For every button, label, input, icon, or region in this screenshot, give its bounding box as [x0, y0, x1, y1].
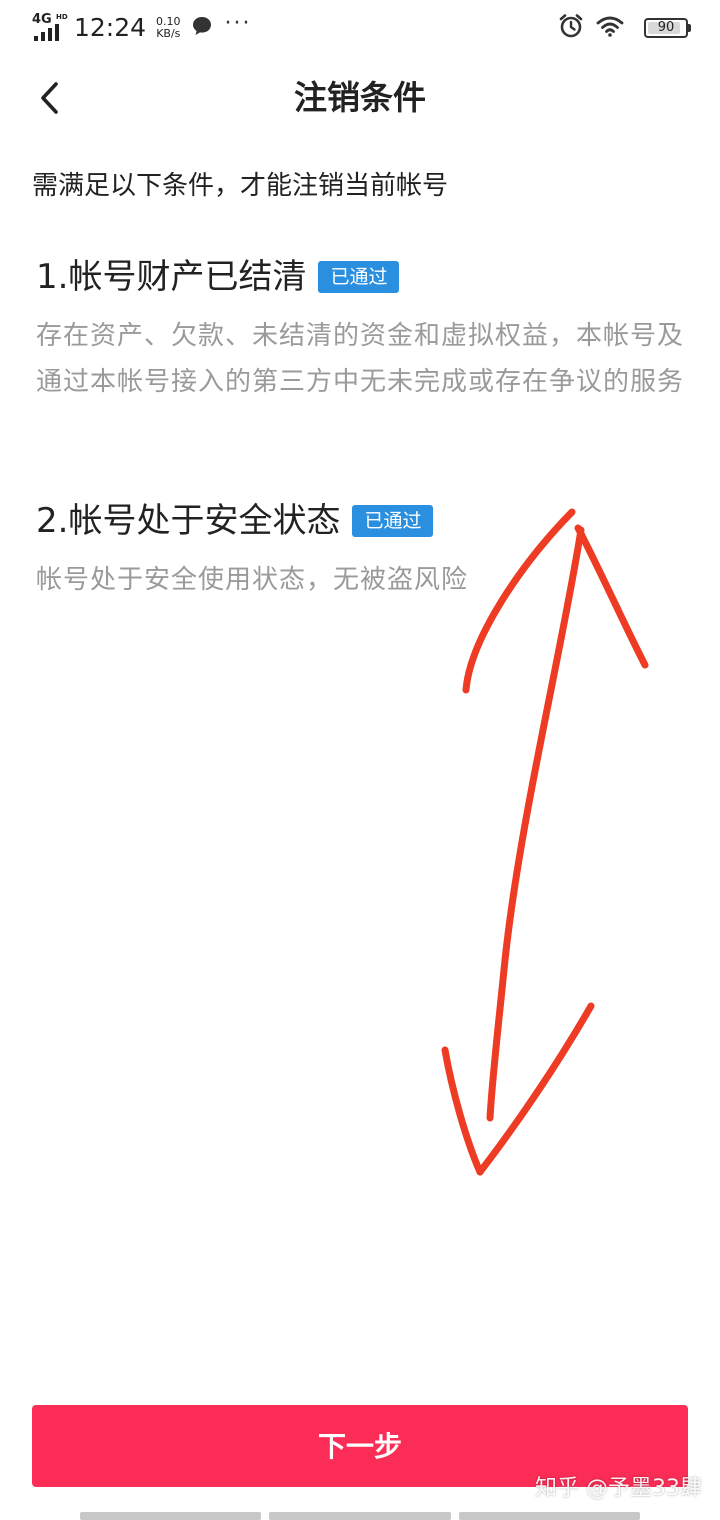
wifi-icon — [596, 15, 624, 41]
status-badge: 已通过 — [352, 505, 434, 537]
edge-bar — [269, 1512, 451, 1520]
condition-description: 帐号处于安全使用状态，无被盗风险 — [36, 565, 469, 595]
condition-header: 2.帐号处于安全状态 已通过 — [36, 499, 688, 543]
nav-header: 注销条件 — [0, 64, 720, 132]
edge-bar — [458, 1512, 640, 1520]
condition-item-2: 2.帐号处于安全状态 已通过 帐号处于安全使用状态，无被盗风险 — [36, 499, 688, 603]
edge-bar — [80, 1512, 262, 1520]
condition-item-1: 1.帐号财产已结清 已通过 存在资产、欠款、未结清的资金和虚拟权益，本帐号及通过… — [36, 255, 688, 405]
network-type: 4G — [32, 12, 52, 27]
page-title: 注销条件 — [294, 78, 426, 117]
intro-text: 需满足以下条件，才能注销当前帐号 — [32, 171, 449, 201]
network-speed-unit: KB/s — [156, 27, 181, 40]
status-right: 90 — [558, 12, 691, 44]
status-time: 12:24 — [74, 13, 147, 42]
condition-title: 2.帐号处于安全状态 — [36, 501, 341, 541]
battery-level: 90 — [657, 20, 675, 35]
alarm-clock-icon — [558, 13, 584, 43]
bottom-edge-bars — [80, 1512, 640, 1520]
network-hd: HD — [56, 13, 68, 21]
battery-indicator: 90 — [644, 18, 691, 38]
condition-title: 1.帐号财产已结清 — [36, 257, 307, 297]
status-bar: 4G HD 12:24 0.10 KB/s ··· 90 — [0, 0, 720, 56]
screen: 4G HD 12:24 0.10 KB/s ··· 90 注销条件 需满足以下条… — [0, 0, 720, 1520]
network-speed: 0.10 KB/s — [156, 16, 181, 40]
condition-header: 1.帐号财产已结清 已通过 — [36, 255, 688, 299]
status-left: 4G HD 12:24 0.10 KB/s ··· — [32, 10, 252, 46]
condition-description: 存在资产、欠款、未结清的资金和虚拟权益，本帐号及通过本帐号接入的第三方中无未完成… — [36, 321, 685, 397]
cellular-signal-icon: 4G HD — [32, 12, 68, 43]
chat-bubble-icon — [191, 15, 213, 41]
double-arrow-annotation-icon — [441, 508, 649, 1176]
status-badge: 已通过 — [318, 261, 400, 293]
watermark: 知乎 @予墨33肆 — [535, 1476, 702, 1501]
more-notifications-icon: ··· — [224, 11, 252, 36]
